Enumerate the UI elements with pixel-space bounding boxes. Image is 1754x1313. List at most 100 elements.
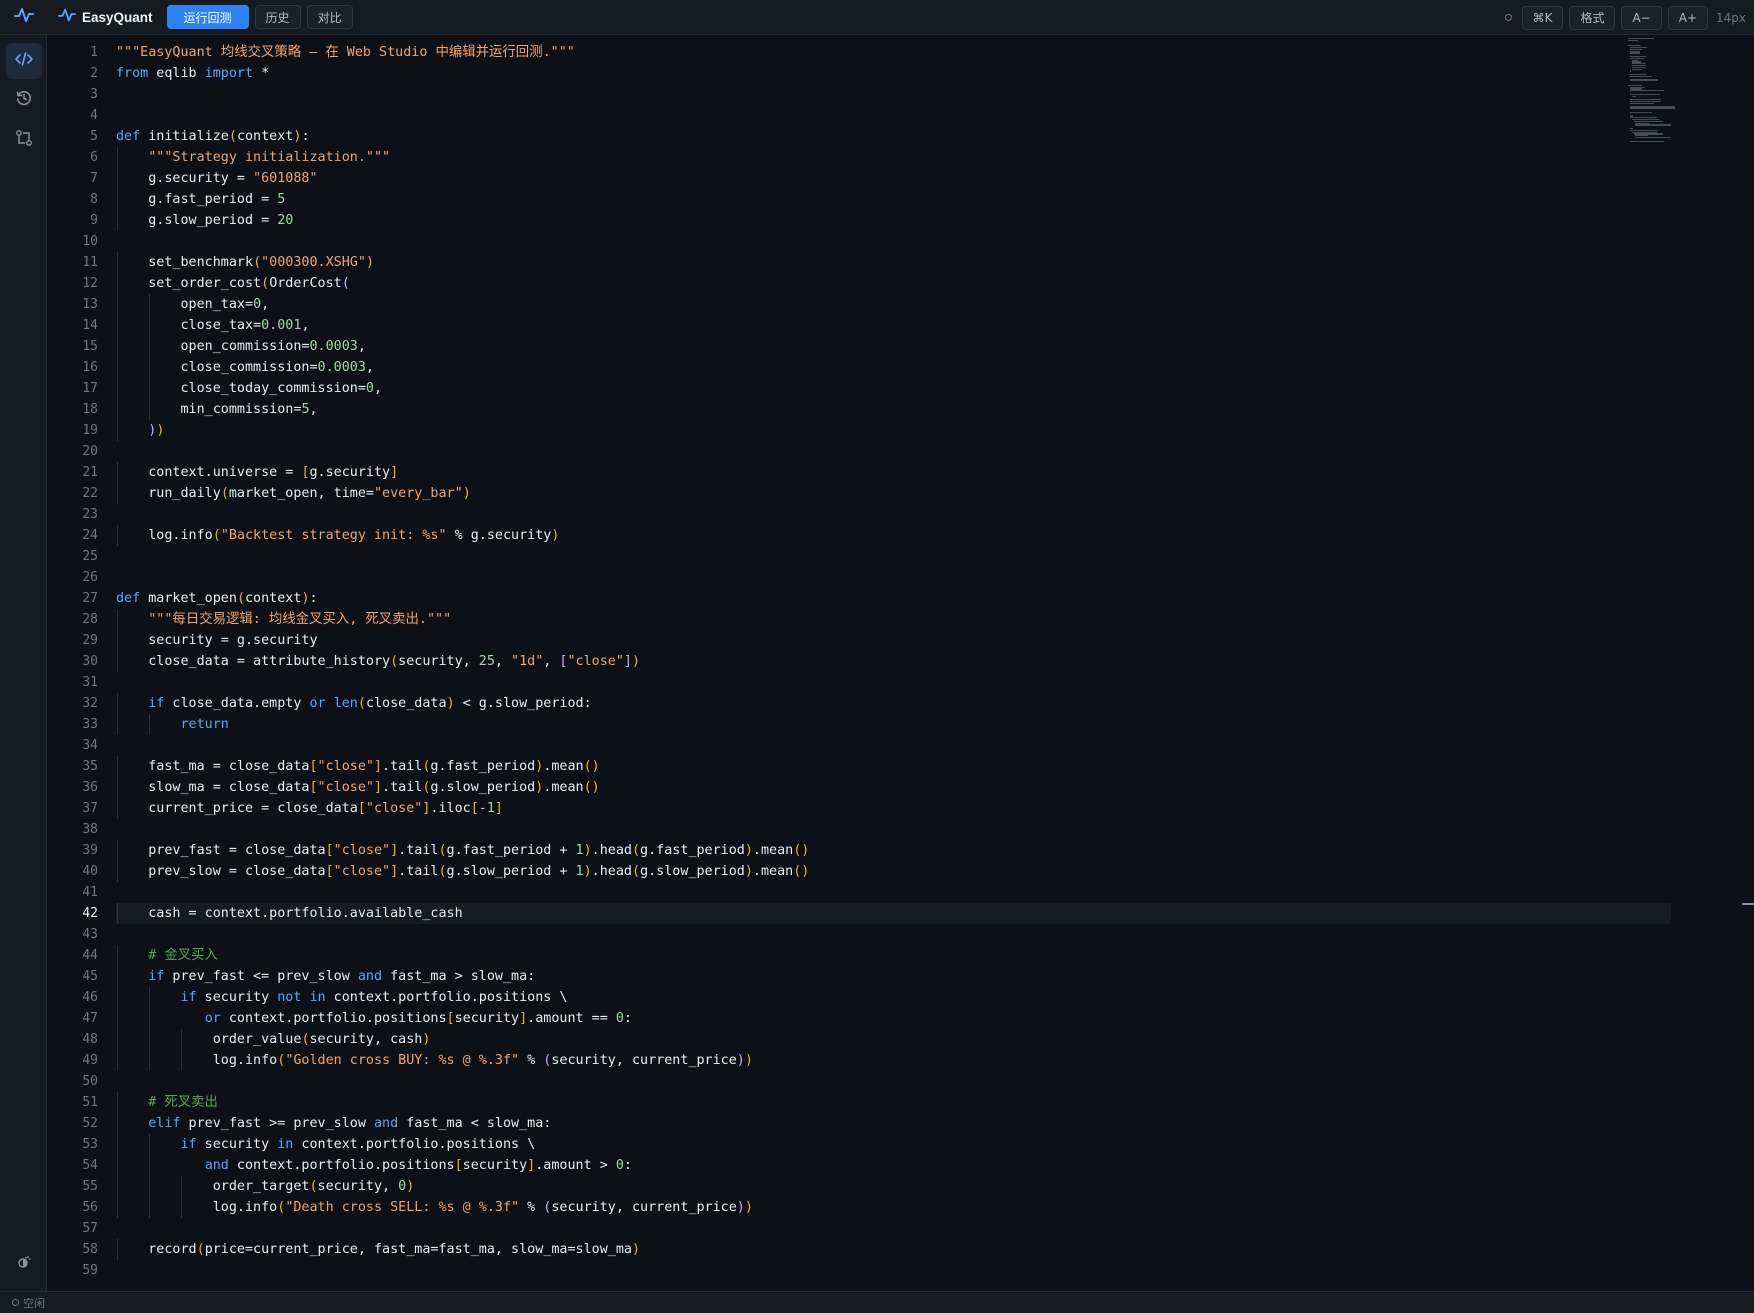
code-line[interactable]: """EasyQuant 均线交叉策略 — 在 Web Studio 中编辑并运… (116, 42, 1671, 63)
code-line[interactable]: current_price = close_data["close"].iloc… (116, 798, 1671, 819)
compare-button[interactable]: 对比 (306, 5, 353, 29)
code-line[interactable]: """每日交易逻辑: 均线金叉买入, 死叉卖出.""" (116, 609, 1671, 630)
code-line[interactable]: )) (116, 420, 1671, 441)
line-number: 9 (90, 213, 98, 228)
code-line[interactable]: # 死叉卖出 (116, 1092, 1671, 1113)
code-line[interactable]: if security not in context.portfolio.pos… (116, 987, 1671, 1008)
code-line[interactable]: g.slow_period = 20 (116, 210, 1671, 231)
code-token: if (180, 1137, 197, 1152)
code-line[interactable]: run_daily(market_open, time="every_bar") (116, 483, 1671, 504)
code-line[interactable]: close_today_commission=0, (116, 378, 1671, 399)
code-line[interactable]: log.info("Death cross SELL: %s @ %.3f" %… (116, 1197, 1671, 1218)
code-line[interactable]: g.fast_period = 5 (116, 189, 1671, 210)
code-line[interactable] (116, 672, 1671, 693)
code-token: ( (196, 1242, 205, 1257)
minimap[interactable] (1628, 36, 1748, 216)
code-line[interactable]: g.security = "601088" (116, 168, 1671, 189)
sidebar-item-code[interactable] (6, 43, 42, 79)
sidebar-item-compare[interactable] (6, 122, 42, 158)
indent-guide (117, 1176, 118, 1197)
code-line[interactable] (116, 1071, 1671, 1092)
code-line[interactable]: if close_data.empty or len(close_data) <… (116, 693, 1671, 714)
code-token: () (583, 759, 600, 774)
code-line[interactable] (116, 882, 1671, 903)
code-line[interactable]: security = g.security (116, 630, 1671, 651)
code-line[interactable]: close_tax=0.001, (116, 315, 1671, 336)
code-line[interactable]: def initialize(context): (116, 126, 1671, 147)
code-line[interactable] (116, 567, 1671, 588)
font-decrease-button[interactable]: A− (1621, 5, 1662, 30)
code-token: market_open (140, 591, 237, 606)
code-line[interactable] (116, 546, 1671, 567)
code-line[interactable] (116, 105, 1671, 126)
history-button[interactable]: 历史 (254, 5, 301, 29)
code-token: [ (357, 801, 366, 816)
code-line[interactable] (116, 735, 1671, 756)
code-line[interactable]: order_target(security, 0) (116, 1176, 1671, 1197)
theme-toggle-button[interactable] (6, 1246, 42, 1282)
code-token: ) (744, 1200, 753, 1215)
code-line[interactable]: prev_fast = close_data["close"].tail(g.f… (116, 840, 1671, 861)
code-line[interactable]: order_value(security, cash) (116, 1029, 1671, 1050)
code-token: .iloc (430, 801, 471, 816)
code-token: .mean (752, 843, 794, 858)
code-token: "every_bar" (374, 486, 463, 501)
code-line[interactable] (116, 441, 1671, 462)
code-line[interactable]: """Strategy initialization.""" (116, 147, 1671, 168)
code-line[interactable]: open_commission=0.0003, (116, 336, 1671, 357)
code-line[interactable] (116, 1260, 1671, 1281)
code-line[interactable]: close_data = attribute_history(security,… (116, 651, 1671, 672)
code-line[interactable]: return (116, 714, 1671, 735)
code-line[interactable]: from eqlib import * (116, 63, 1671, 84)
code-line[interactable]: record(price=current_price, fast_ma=fast… (116, 1239, 1671, 1260)
code-line[interactable] (116, 924, 1671, 945)
code-line[interactable]: fast_ma = close_data["close"].tail(g.fas… (116, 756, 1671, 777)
code-token: g.slow_period + (446, 864, 576, 879)
sidebar-item-history[interactable] (6, 82, 42, 118)
indent-guide (117, 147, 118, 168)
code-line[interactable]: cash = context.portfolio.available_cash (116, 903, 1671, 924)
format-button[interactable]: 格式 (1569, 5, 1616, 30)
font-increase-button[interactable]: A+ (1667, 5, 1708, 30)
code-line[interactable]: close_commission=0.0003, (116, 357, 1671, 378)
indent-guide (117, 1050, 118, 1071)
code-line[interactable]: or context.portfolio.positions[security]… (116, 1008, 1671, 1029)
indent-guide (117, 1113, 118, 1134)
code-line[interactable] (116, 504, 1671, 525)
code-editor[interactable]: 1 2 3 4 5 6 7 8 9 10 11 12 13 14 15 16 17 18 19 20 21 22 23 24 2… (48, 36, 1754, 1291)
code-line[interactable]: log.info("Golden cross BUY: %s @ %.3f" %… (116, 1050, 1671, 1071)
code-line[interactable]: and context.portfolio.positions[security… (116, 1155, 1671, 1176)
minimap-line (1630, 52, 1641, 54)
code-token: , (357, 339, 366, 354)
code-line[interactable]: set_benchmark("000300.XSHG") (116, 252, 1671, 273)
code-line[interactable]: open_tax=0, (116, 294, 1671, 315)
code-line[interactable] (116, 1218, 1671, 1239)
code-line[interactable] (116, 231, 1671, 252)
code-line[interactable]: set_order_cost(OrderCost( (116, 273, 1671, 294)
code-token: # 死叉卖出 (148, 1095, 218, 1110)
code-line[interactable]: prev_slow = close_data["close"].tail(g.s… (116, 861, 1671, 882)
code-line[interactable]: def market_open(context): (116, 588, 1671, 609)
code-token: g.security = (116, 171, 254, 186)
app-logo[interactable] (0, 0, 48, 35)
code-line[interactable] (116, 84, 1671, 105)
code-line[interactable]: min_commission=5, (116, 399, 1671, 420)
app-name: EasyQuant (82, 9, 153, 25)
code-line[interactable]: context.universe = [g.security] (116, 462, 1671, 483)
code-line[interactable]: if security in context.portfolio.positio… (116, 1134, 1671, 1155)
code-token: and (204, 1158, 229, 1173)
code-area[interactable]: """EasyQuant 均线交叉策略 — 在 Web Studio 中编辑并运… (116, 42, 1671, 1281)
line-number: 55 (82, 1179, 98, 1194)
status-bar: 空闲 (0, 1291, 1754, 1313)
scroll-position-marker[interactable] (1742, 903, 1754, 905)
code-line[interactable]: slow_ma = close_data["close"].tail(g.slo… (116, 777, 1671, 798)
code-line[interactable]: log.info("Backtest strategy init: %s" % … (116, 525, 1671, 546)
code-line[interactable]: # 金叉买入 (116, 945, 1671, 966)
code-line[interactable] (116, 819, 1671, 840)
code-line[interactable]: if prev_fast <= prev_slow and fast_ma > … (116, 966, 1671, 987)
command-palette-button[interactable]: ⌘K (1521, 5, 1564, 30)
code-token: ) (736, 1200, 745, 1215)
code-line[interactable]: elif prev_fast >= prev_slow and fast_ma … (116, 1113, 1671, 1134)
run-backtest-button[interactable]: 运行回测 (166, 5, 249, 29)
